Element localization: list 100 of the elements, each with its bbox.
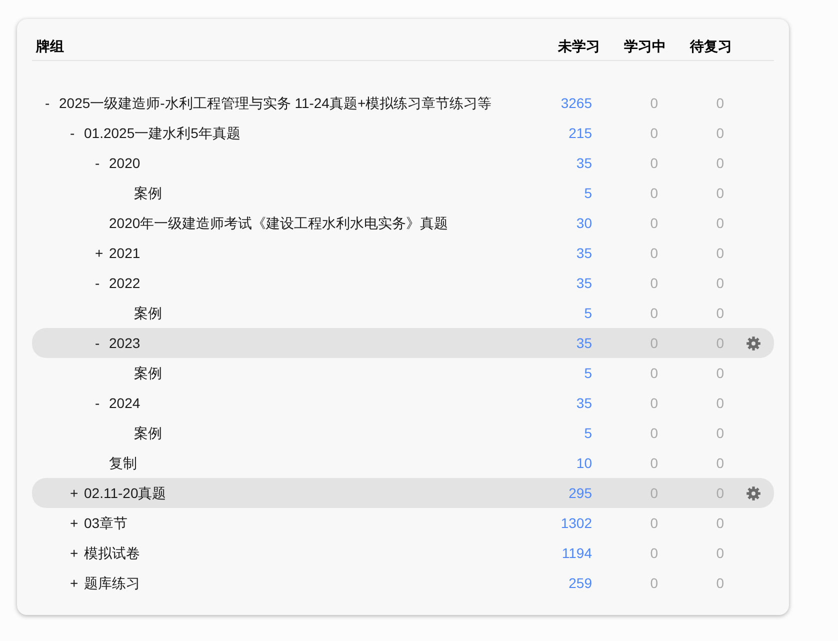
new-count: 35 (576, 244, 592, 262)
review-count: 0 (716, 484, 724, 502)
collapse-toggle[interactable]: + (95, 242, 104, 264)
deck-name[interactable]: 模拟试卷 (84, 542, 140, 564)
deck-name[interactable]: 案例 (134, 422, 162, 444)
deck-name[interactable]: 案例 (134, 302, 162, 324)
learning-count: 0 (650, 244, 658, 262)
new-count: 35 (576, 394, 592, 412)
learning-count: 0 (650, 424, 658, 442)
review-count: 0 (716, 304, 724, 322)
deck-name[interactable]: 02.11-20真题 (84, 482, 166, 504)
deck-row[interactable]: - 2020 35 0 0 (32, 148, 774, 178)
deck-row[interactable]: - 2025一级建造师-水利工程管理与实务 11-24真题+模拟练习章节练习等 3265 0 0 (32, 88, 774, 118)
new-count: 30 (576, 214, 592, 232)
review-count: 0 (716, 574, 724, 592)
new-count: 10 (576, 454, 592, 472)
new-count: 3265 (560, 94, 592, 112)
review-count: 0 (716, 364, 724, 382)
review-count: 0 (716, 394, 724, 412)
review-count: 0 (716, 184, 724, 202)
collapse-toggle[interactable]: - (70, 122, 75, 144)
new-count: 5 (584, 424, 592, 442)
deck-row[interactable]: - 01.2025一建水利5年真题 215 0 0 (32, 118, 774, 148)
new-count: 259 (568, 574, 592, 592)
deck-row[interactable]: 复制 10 0 0 (32, 448, 774, 478)
learning-count: 0 (650, 544, 658, 562)
review-count: 0 (716, 124, 724, 142)
deck-name[interactable]: 案例 (134, 362, 162, 384)
collapse-toggle[interactable]: - (45, 92, 50, 114)
learning-count: 0 (650, 334, 658, 352)
column-header: 学习中 (623, 37, 666, 56)
collapse-toggle[interactable]: - (95, 152, 100, 174)
deck-row[interactable]: + 模拟试卷 1194 0 0 (32, 538, 774, 568)
learning-count: 0 (650, 574, 658, 592)
learning-count: 0 (650, 454, 658, 472)
new-count: 5 (584, 184, 592, 202)
collapse-toggle[interactable]: + (70, 542, 78, 564)
column-header: 牌组 (34, 37, 65, 56)
review-count: 0 (716, 544, 724, 562)
learning-count: 0 (650, 484, 658, 502)
deck-row[interactable]: 案例 5 0 0 (32, 178, 774, 208)
learning-count: 0 (650, 364, 658, 382)
deck-name[interactable]: 题库练习 (84, 572, 140, 594)
settings-icon[interactable] (746, 336, 760, 350)
learning-count: 0 (650, 124, 658, 142)
deck-row[interactable]: 案例 5 0 0 (32, 358, 774, 388)
new-count: 5 (584, 364, 592, 382)
settings-icon[interactable] (746, 486, 760, 500)
deck-row[interactable]: - 2024 35 0 0 (32, 388, 774, 418)
new-count: 35 (576, 334, 592, 352)
review-count: 0 (716, 334, 724, 352)
deck-row[interactable]: + 03章节 1302 0 0 (32, 508, 774, 538)
review-count: 0 (716, 154, 724, 172)
new-count: 1194 (562, 544, 592, 562)
collapse-toggle[interactable]: + (70, 482, 78, 504)
review-count: 0 (716, 214, 724, 232)
new-count: 35 (576, 274, 592, 292)
deck-row[interactable]: - 2022 35 0 0 (32, 268, 774, 298)
deck-name[interactable]: 2025一级建造师-水利工程管理与实务 11-24真题+模拟练习章节练习等 (59, 92, 492, 114)
collapse-toggle[interactable]: - (95, 332, 100, 354)
learning-count: 0 (650, 394, 658, 412)
review-count: 0 (716, 244, 724, 262)
review-count: 0 (716, 94, 724, 112)
column-header: 未学习 (556, 37, 600, 56)
deck-name[interactable]: 03章节 (84, 512, 128, 534)
deck-row[interactable]: 案例 5 0 0 (32, 418, 774, 448)
review-count: 0 (716, 274, 724, 292)
deck-name[interactable]: 2021 (109, 242, 140, 264)
deck-name[interactable]: 2022 (109, 272, 140, 294)
collapse-toggle[interactable]: + (70, 512, 78, 534)
deck-name[interactable]: 案例 (134, 182, 162, 204)
deck-name[interactable]: 2023 (109, 332, 140, 354)
column-header: 待复习 (688, 37, 732, 56)
deck-name[interactable]: 2024 (109, 392, 140, 414)
learning-count: 0 (650, 184, 658, 202)
learning-count: 0 (650, 214, 658, 232)
collapse-toggle[interactable]: - (95, 392, 100, 414)
deck-row[interactable]: + 题库练习 259 0 0 (32, 568, 774, 598)
deck-row[interactable]: 2020年一级建造师考试《建设工程水利水电实务》真题 30 0 0 (32, 208, 774, 238)
new-count: 215 (568, 124, 592, 142)
deck-name[interactable]: 2020 (109, 152, 140, 174)
deck-row[interactable]: + 2021 35 0 0 (32, 238, 774, 268)
deck-name[interactable]: 2020年一级建造师考试《建设工程水利水电实务》真题 (109, 212, 448, 234)
learning-count: 0 (650, 274, 658, 292)
new-count: 295 (568, 484, 592, 502)
learning-count: 0 (650, 154, 658, 172)
new-count: 5 (584, 304, 592, 322)
deck-row[interactable]: 案例 5 0 0 (32, 298, 774, 328)
collapse-toggle[interactable]: - (95, 272, 100, 294)
collapse-toggle[interactable]: + (70, 572, 78, 594)
review-count: 0 (716, 424, 724, 442)
learning-count: 0 (650, 514, 658, 532)
new-count: 35 (576, 154, 592, 172)
selected-deck-row[interactable]: - 2023 35 0 0 (32, 328, 774, 358)
deck-name[interactable]: 复制 (109, 452, 137, 474)
selected-deck-row[interactable]: + 02.11-20真题 295 0 0 (32, 478, 774, 508)
learning-count: 0 (650, 304, 658, 322)
review-count: 0 (716, 514, 724, 532)
new-count: 1302 (560, 514, 592, 532)
deck-name[interactable]: 01.2025一建水利5年真题 (84, 122, 240, 144)
